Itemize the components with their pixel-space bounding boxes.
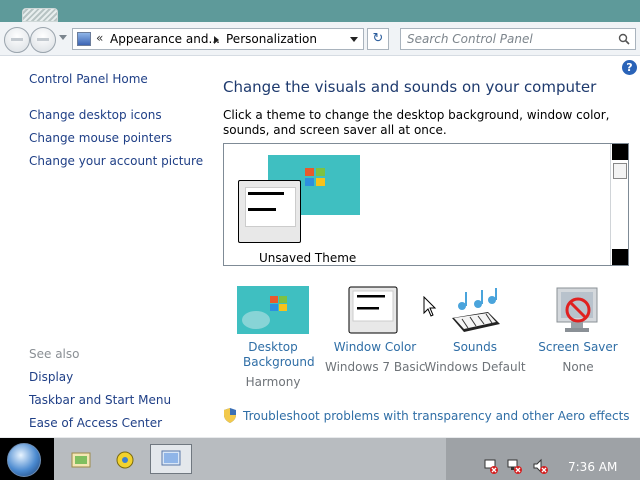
theme-list[interactable]: Unsaved Theme	[223, 143, 629, 266]
search-icon[interactable]	[618, 33, 630, 45]
address-dropdown-icon[interactable]	[350, 37, 358, 42]
address-bar[interactable]: « Appearance and... Personalization	[72, 28, 364, 50]
display-link[interactable]: Display	[29, 370, 73, 384]
sounds-icon[interactable]	[438, 286, 512, 336]
taskbar: 7:36 AM	[0, 437, 640, 480]
mouse-cursor-icon	[423, 296, 437, 317]
taskbar-library-icon[interactable]	[70, 450, 92, 470]
theme-window-preview	[238, 180, 301, 243]
window-color-value: Windows 7 Basic	[325, 360, 426, 374]
control-panel-home-link[interactable]: Control Panel Home	[29, 72, 148, 86]
screen-saver-value: None	[562, 360, 594, 374]
forward-arrow-icon	[37, 38, 49, 41]
search-input[interactable]: Search Control Panel	[400, 28, 636, 50]
screen-saver-icon[interactable]	[541, 286, 615, 336]
action-center-icon[interactable]	[482, 458, 498, 474]
shield-icon	[224, 408, 236, 423]
breadcrumb-appearance[interactable]: Appearance and...	[110, 32, 220, 46]
back-arrow-icon	[11, 38, 23, 41]
volume-icon[interactable]	[532, 458, 548, 474]
change-account-picture-link[interactable]: Change your account picture	[29, 154, 203, 168]
change-mouse-pointers-link[interactable]: Change mouse pointers	[29, 131, 172, 145]
window-top-strip	[0, 0, 640, 22]
breadcrumb-separator-icon[interactable]	[214, 36, 219, 44]
sounds-value: Windows Default	[424, 360, 526, 374]
clock[interactable]: 7:36 AM	[568, 460, 617, 474]
window-glyph-icon	[22, 8, 58, 22]
start-button[interactable]	[0, 438, 54, 480]
breadcrumb-overflow[interactable]: «	[96, 31, 103, 45]
desktop-background-value: Harmony	[245, 375, 301, 389]
desktop-background-text[interactable]: Desktop Background	[243, 340, 315, 370]
page-description: Click a theme to change the desktop back…	[223, 108, 610, 137]
recent-pages-dropdown-icon[interactable]	[59, 35, 67, 40]
troubleshoot-text[interactable]: Troubleshoot problems with transparency …	[243, 409, 630, 423]
window-color-icon[interactable]	[337, 286, 411, 336]
back-button[interactable]	[4, 27, 30, 53]
navigation-bar: « Appearance and... Personalization ↻ Se…	[0, 22, 640, 56]
screen-saver-label[interactable]: Screen Saver	[536, 340, 620, 355]
breadcrumb-personalization[interactable]: Personalization	[226, 32, 317, 46]
ease-of-access-link[interactable]: Ease of Access Center	[29, 416, 162, 430]
network-icon[interactable]	[506, 458, 522, 474]
unsaved-theme-tile[interactable]	[238, 152, 360, 247]
desktop-background-icon[interactable]	[236, 286, 310, 336]
troubleshoot-link[interactable]: Troubleshoot problems with transparency …	[223, 408, 630, 423]
scroll-thumb[interactable]	[613, 163, 627, 179]
windows-orb-icon	[7, 443, 41, 477]
forward-button[interactable]	[30, 27, 56, 53]
refresh-button[interactable]: ↻	[367, 28, 389, 50]
desktop-background-label[interactable]: Desktop Background	[236, 340, 315, 370]
windows-logo-icon	[305, 168, 325, 186]
search-placeholder: Search Control Panel	[407, 32, 533, 46]
sounds-label[interactable]: Sounds	[438, 340, 512, 355]
theme-list-scrollbar[interactable]	[610, 144, 628, 265]
taskbar-control-panel-button[interactable]	[150, 444, 192, 474]
control-panel-icon	[77, 32, 91, 46]
change-desktop-icons-link[interactable]: Change desktop icons	[29, 108, 162, 122]
theme-label[interactable]: Unsaved Theme	[259, 251, 356, 265]
taskbar-control-panel-icon	[161, 450, 181, 466]
scroll-down-button[interactable]	[612, 249, 628, 265]
taskbar-start-menu-link[interactable]: Taskbar and Start Menu	[29, 393, 171, 407]
taskbar-media-icon[interactable]	[114, 450, 136, 470]
help-icon[interactable]: ?	[622, 60, 637, 75]
page-title: Change the visuals and sounds on your co…	[223, 78, 597, 96]
see-also-heading: See also	[29, 347, 80, 361]
window-color-label[interactable]: Window Color	[330, 340, 420, 355]
scroll-up-button[interactable]	[612, 144, 628, 160]
